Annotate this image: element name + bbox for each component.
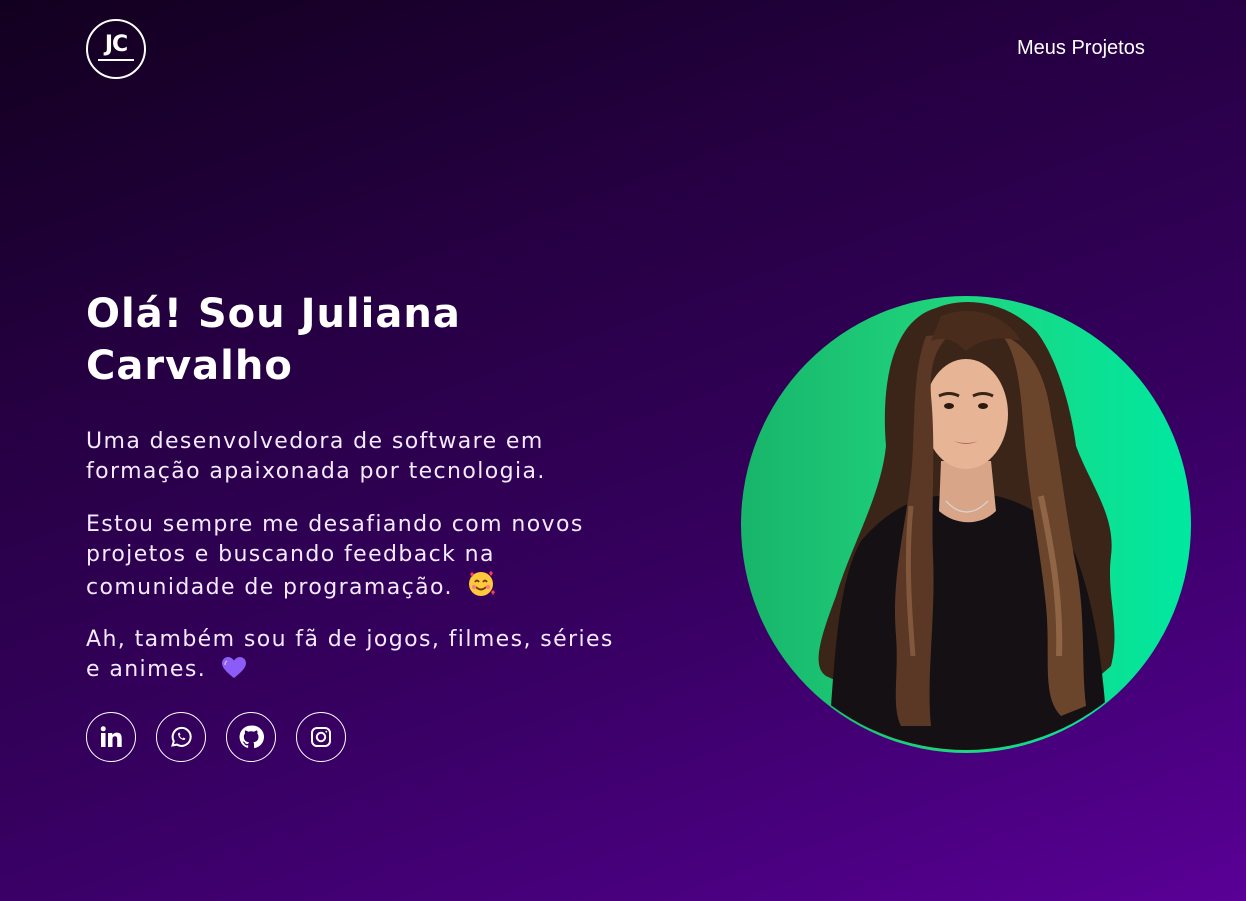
nav-link-meus-projetos[interactable]: Meus Projetos	[1017, 37, 1145, 60]
hero-paragraph-3-text: Ah, também sou fã de jogos, filmes, séri…	[86, 627, 614, 682]
github-icon	[239, 725, 264, 749]
hero-paragraph-1-text: Uma desenvolvedora de software em formaç…	[86, 429, 546, 484]
logo-text: JC	[104, 31, 128, 57]
profile-photo	[741, 296, 1191, 753]
hero-paragraph-2: Estou sempre me desafiando com novos pro…	[86, 510, 626, 607]
smiling-hearts-emoji-icon	[467, 570, 496, 607]
whatsapp-button[interactable]	[156, 712, 206, 762]
logo[interactable]: JC	[86, 19, 146, 79]
github-button[interactable]	[226, 712, 276, 762]
whatsapp-icon	[171, 726, 192, 747]
hero-title: Olá! Sou Juliana Carvalho	[86, 291, 461, 389]
social-links	[86, 712, 346, 762]
linkedin-icon	[100, 726, 122, 747]
hero-paragraph-2-text: Estou sempre me desafiando com novos pro…	[86, 512, 584, 600]
hero-paragraph-1: Uma desenvolvedora de software em formaç…	[86, 427, 626, 487]
instagram-icon	[311, 727, 331, 747]
linkedin-button[interactable]	[86, 712, 136, 762]
hero-paragraph-3: Ah, também sou fã de jogos, filmes, séri…	[86, 625, 626, 689]
profile-portrait-image	[818, 301, 1115, 750]
instagram-button[interactable]	[296, 712, 346, 762]
purple-heart-icon	[221, 656, 247, 689]
logo-underline	[98, 58, 134, 61]
